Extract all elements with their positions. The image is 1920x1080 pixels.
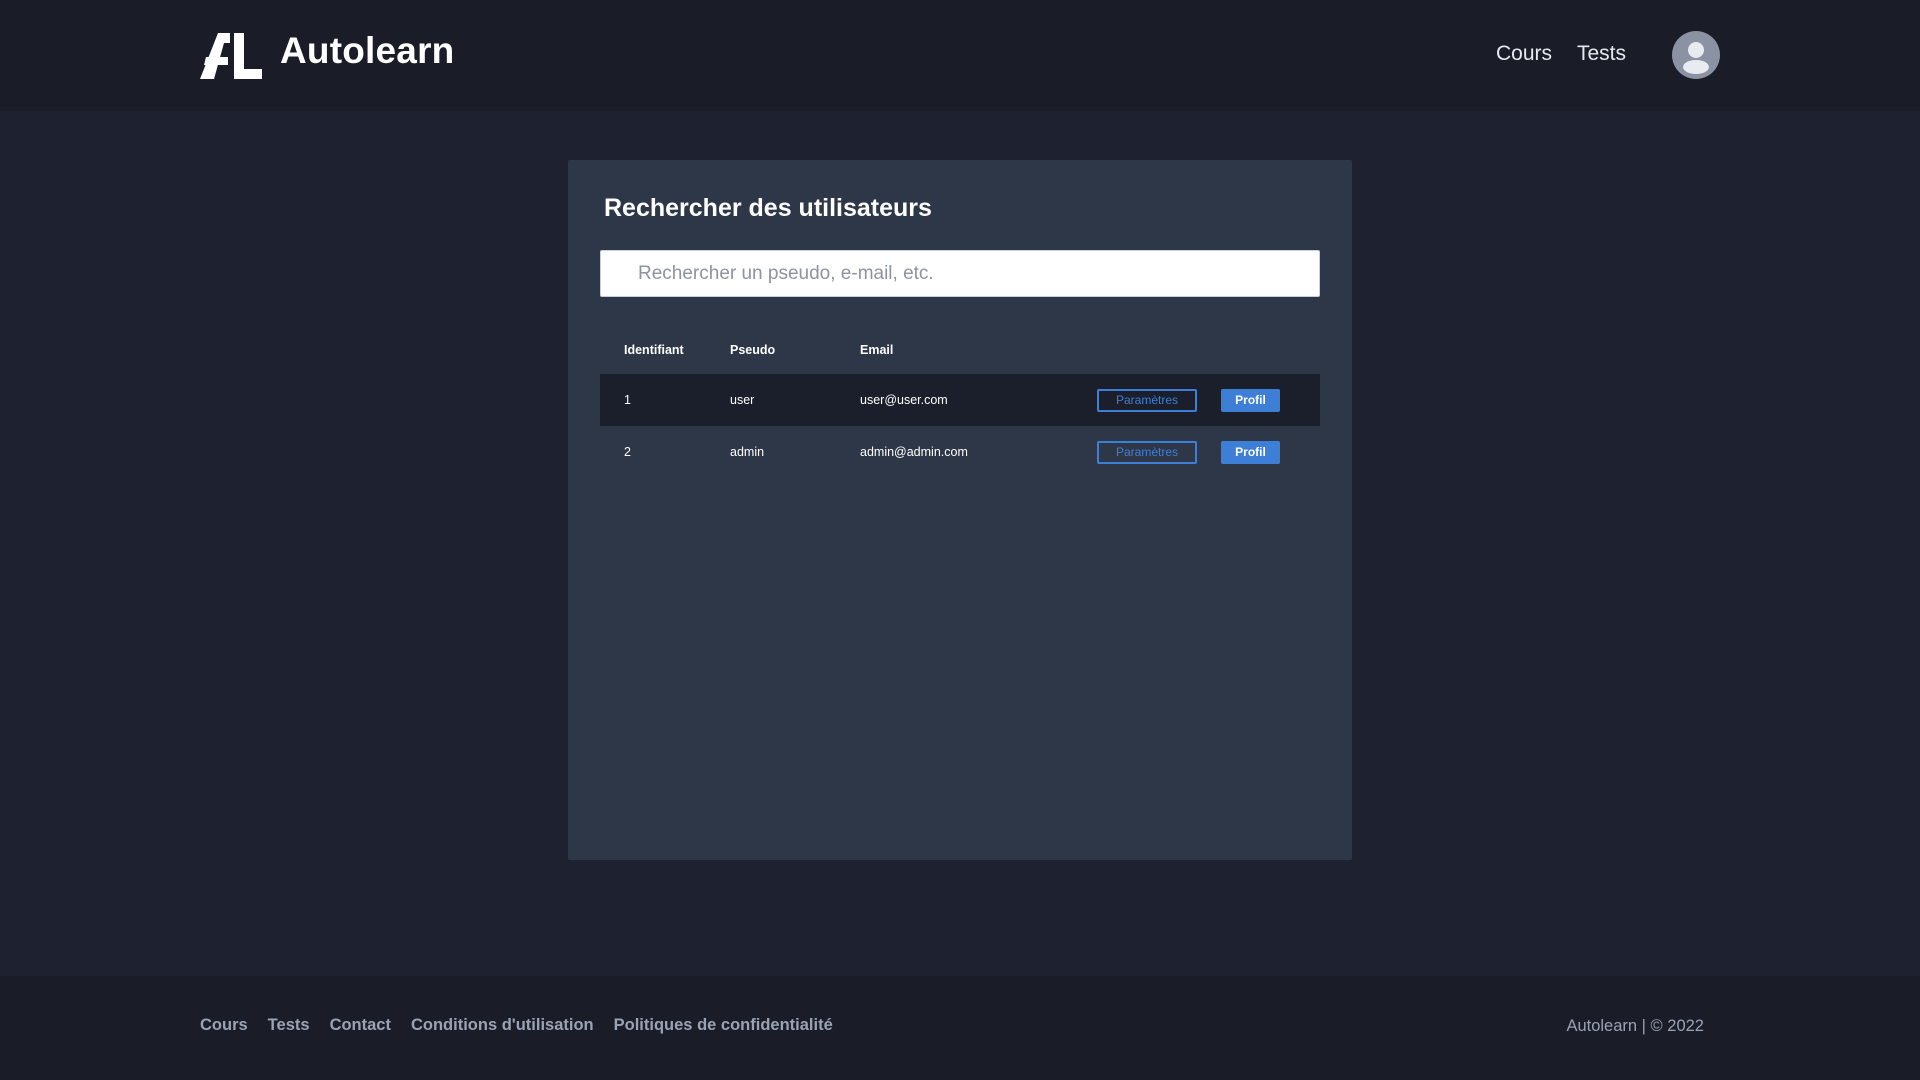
column-header-settings <box>1097 326 1221 374</box>
cell-pseudo: admin <box>730 445 765 459</box>
search-input[interactable] <box>600 250 1320 297</box>
footer-link-terms[interactable]: Conditions d'utilisation <box>411 1016 594 1035</box>
site-footer: Cours Tests Contact Conditions d'utilisa… <box>0 976 1920 1080</box>
column-header-identifiant: Identifiant <box>624 343 684 357</box>
column-header-profile <box>1221 326 1320 374</box>
autolearn-logo-icon <box>200 33 262 79</box>
cell-profile: Profil <box>1221 426 1320 478</box>
footer-link-cours[interactable]: Cours <box>200 1016 248 1035</box>
user-silhouette-icon <box>1683 42 1709 74</box>
cell-settings: Paramètres <box>1097 426 1221 478</box>
cell-email: user@user.com <box>860 374 1097 426</box>
page-title: Rechercher des utilisateurs <box>604 194 932 222</box>
table-header-row: Identifiant Pseudo Email <box>600 326 1320 374</box>
settings-button[interactable]: Paramètres <box>1097 440 1197 464</box>
cell-email: admin@admin.com <box>860 445 968 459</box>
copyright-text: Autolearn | © 2022 <box>1566 1017 1704 1035</box>
cell-id: 2 <box>624 445 631 459</box>
profile-button[interactable]: Profil <box>1221 388 1280 412</box>
table-row: 2 admin admin@admin.com Paramètres Profi… <box>600 426 1320 478</box>
cell-profile: Profil <box>1221 374 1320 426</box>
cell-id: 1 <box>600 374 730 426</box>
column-header-email: Email <box>860 343 894 357</box>
footer-link-tests[interactable]: Tests <box>268 1016 310 1035</box>
profile-button[interactable]: Profil <box>1221 440 1280 464</box>
brand-logo[interactable]: Autolearn <box>200 30 455 79</box>
site-header: Autolearn Cours Tests <box>0 0 1920 111</box>
brand-name: Autolearn <box>280 30 455 71</box>
footer-link-privacy[interactable]: Politiques de confidentialité <box>614 1016 833 1035</box>
user-search-card: Rechercher des utilisateurs Identifiant … <box>568 160 1352 860</box>
table-row: 1 user user@user.com Paramètres Profil <box>600 374 1320 426</box>
user-avatar-icon[interactable] <box>1672 31 1720 79</box>
column-header-pseudo: Pseudo <box>730 343 776 357</box>
nav-link-tests[interactable]: Tests <box>1577 42 1626 66</box>
settings-button[interactable]: Paramètres <box>1097 388 1197 412</box>
nav-link-cours[interactable]: Cours <box>1496 42 1552 66</box>
footer-link-contact[interactable]: Contact <box>330 1016 391 1035</box>
users-table: Identifiant Pseudo Email 1 user user@use… <box>600 326 1320 478</box>
footer-nav: Cours Tests Contact Conditions d'utilisa… <box>200 1016 853 1035</box>
cell-settings: Paramètres <box>1097 374 1221 426</box>
cell-pseudo: user <box>730 374 860 426</box>
